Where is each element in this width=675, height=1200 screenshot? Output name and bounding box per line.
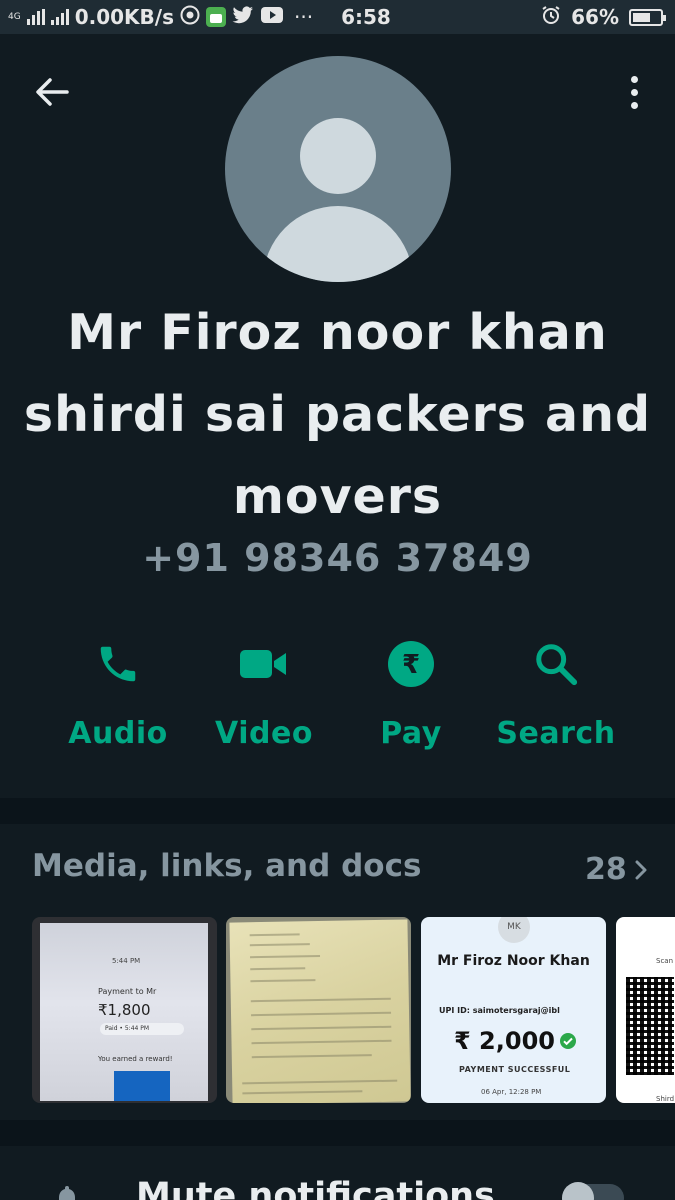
thumb-date: 06 Apr, 12:28 PM [481,1088,542,1096]
thumb-amount: ₹ 2,000 [454,1027,555,1055]
chrome-icon [180,5,200,30]
thumb-reward: You earned a reward! [98,1055,173,1063]
media-section: Media, links, and docs 28 5:44 PM Paymen… [0,824,675,1120]
thumb-paid-status: Paid • 5:44 PM [100,1023,184,1035]
video-call-button[interactable]: Video [194,634,334,751]
thumb-amount-row: ₹ 2,000 [454,1027,577,1055]
media-thumbnail[interactable]: Scan Shird [616,917,675,1103]
audio-call-button[interactable]: Audio [48,634,188,751]
pay-label: Pay [380,716,442,751]
reward-card [114,1071,170,1101]
battery-icon [629,8,666,26]
dot-icon [630,75,638,83]
android-icon [206,7,226,27]
avatar-body-shape [263,206,413,282]
media-thumbnail[interactable]: MK Mr Firoz Noor Khan UPI ID: saimotersg… [421,917,606,1103]
thumb-shirdi-text: Shird [656,1095,675,1103]
arrow-left-icon [36,78,69,106]
signal-icon [26,9,45,25]
contact-name: Mr Firoz noor khan shirdi sai packers an… [23,304,652,525]
twitter-icon [232,5,254,29]
back-button[interactable] [28,68,76,116]
network-type: 4G [8,11,21,22]
status-bar: 4G 0.00KB/s ··· 6:58 66% [0,0,675,34]
rupee-icon: ₹ [388,641,434,687]
thumb-amount: ₹1,800 [98,1001,151,1019]
video-label: Video [215,716,313,751]
qr-code-icon [626,977,674,1075]
battery-percent: 66% [571,5,619,29]
media-count-link[interactable]: 28 [585,852,649,887]
mute-notifications-row[interactable]: Mute notifications [0,1146,675,1200]
mute-notifications-label: Mute notifications [136,1176,495,1200]
youtube-icon [260,5,284,29]
bell-icon [59,1186,75,1200]
more-options-button[interactable] [610,68,658,116]
verified-check-icon [559,1033,576,1049]
avatar[interactable] [225,56,451,282]
dot-icon [630,88,638,96]
thumb-scan-text: Scan [656,957,674,965]
status-time: 6:58 [341,5,391,29]
thumb-time: 5:44 PM [112,957,141,965]
svg-text:₹: ₹ [402,650,420,680]
thumb-payment-status: PAYMENT SUCCESSFUL [459,1065,571,1074]
search-label: Search [496,716,616,751]
pay-button[interactable]: ₹ Pay [341,634,481,751]
alarm-icon [541,5,561,30]
media-section-title[interactable]: Media, links, and docs [32,848,421,884]
dot-icon [630,101,638,109]
media-count: 28 [585,852,627,887]
toggle-knob [562,1182,594,1200]
thumb-payee-name: Mr Firoz Noor Khan [437,953,590,969]
data-speed: 0.00KB/s [74,5,174,29]
chevron-right-icon [635,860,647,879]
signal-icon-2 [50,9,69,25]
thumb-payment-to: Payment to Mr [98,987,157,996]
media-thumbnail[interactable] [226,917,411,1103]
receipt-photo [229,919,411,1103]
media-thumbnails: 5:44 PM Payment to Mr ₹1,800 Paid • 5:44… [32,917,675,1103]
contact-info-header: Mr Firoz noor khan shirdi sai packers an… [0,34,675,798]
search-button[interactable]: Search [486,634,626,751]
search-icon [536,644,578,686]
contact-phone: +91 98346 37849 [142,536,533,580]
thumb-upi-id: UPI ID: saimotersgaraj@ibl [439,1006,560,1015]
avatar: MK [498,917,530,943]
section-divider [0,1120,675,1146]
mute-toggle[interactable] [562,1182,624,1200]
more-dots: ··· [294,5,314,29]
audio-label: Audio [68,716,168,751]
video-camera-icon [240,650,286,678]
media-thumbnail[interactable]: 5:44 PM Payment to Mr ₹1,800 Paid • 5:44… [32,917,217,1103]
avatar-head-shape [300,118,376,194]
phone-icon [100,646,136,682]
section-divider [0,798,675,824]
